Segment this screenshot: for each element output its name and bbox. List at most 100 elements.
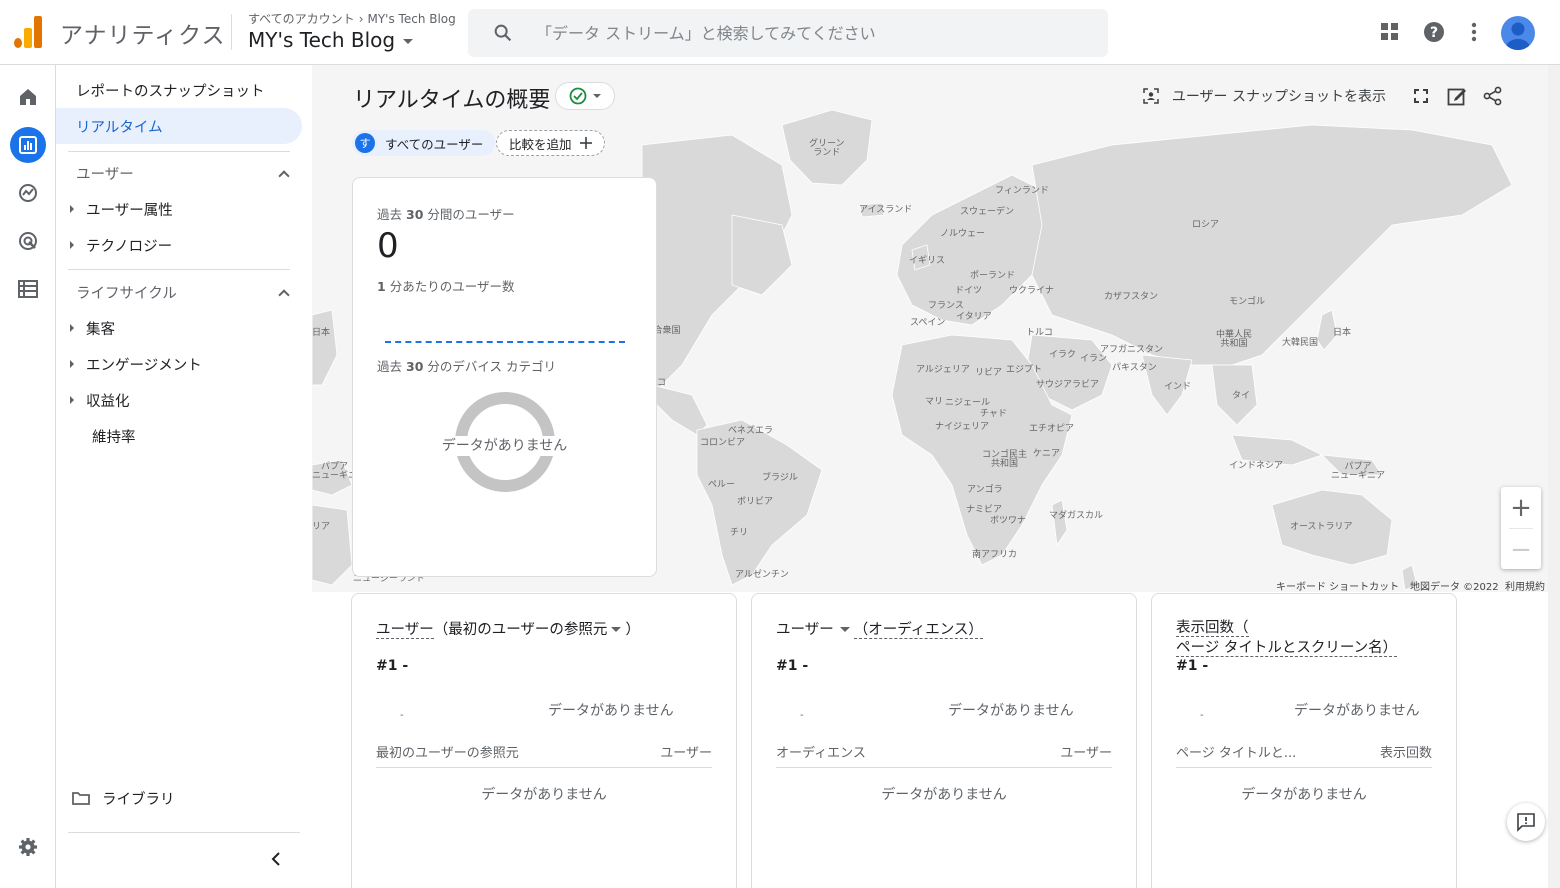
fullscreen-icon[interactable] (1410, 85, 1432, 107)
metric-label[interactable]: 表示回数（ (1176, 620, 1249, 637)
dimension-label[interactable]: （最初のユーザーの参照元 (434, 622, 608, 638)
card-title[interactable]: 表示回数（ ページ タイトルとスクリーン名） (1176, 618, 1398, 658)
nav-monetization[interactable]: 収益化 (56, 382, 302, 418)
search-input[interactable] (536, 23, 1096, 43)
collapse-icon[interactable] (266, 849, 286, 869)
analytics-logo[interactable] (14, 16, 44, 48)
rank-label: #1 - (376, 658, 409, 674)
help-icon[interactable]: ? (1422, 20, 1446, 44)
map-country-label: インド (1164, 382, 1192, 392)
nav-library[interactable]: ライブラリ (56, 780, 302, 816)
avatar-icon[interactable] (1501, 16, 1535, 50)
expand-arrow-icon (70, 241, 74, 249)
map-country-label: チリ (730, 528, 749, 538)
search-icon (494, 24, 512, 42)
nav-user-attributes[interactable]: ユーザー属性 (56, 191, 302, 227)
add-comparison-label: 比較を追加 (509, 136, 572, 152)
map-country-label: 南アフリカ (972, 550, 1018, 560)
map-country-label: 日本 (312, 328, 331, 338)
dimension-label[interactable]: （オーディエンス） (853, 622, 983, 639)
section-lifecycle[interactable]: ライフサイクル (76, 282, 292, 303)
nav-realtime[interactable]: リアルタイム (56, 108, 302, 144)
no-data-top: データがありません (1294, 703, 1420, 719)
map-country-label: マリ (925, 397, 944, 407)
map-country-label: アルゼンチン (735, 570, 789, 580)
status-dropdown[interactable] (555, 82, 615, 110)
reports-icon[interactable] (10, 127, 46, 163)
zoom-in-icon[interactable]: + (1501, 487, 1541, 528)
chevron-down-icon[interactable] (839, 627, 850, 632)
dimension-label[interactable]: ページ タイトルとスクリーン名） (1176, 640, 1398, 657)
apps-grid-icon[interactable] (1378, 20, 1402, 44)
nav-label: 収益化 (86, 393, 130, 410)
nav-label: エンゲージメント (86, 357, 202, 374)
column-header-dimension: 最初のユーザーの参照元 (376, 746, 519, 761)
map-country-label: リア (312, 522, 331, 532)
metric-label[interactable]: ユーザー (776, 622, 834, 638)
check-circle-icon (569, 87, 587, 105)
map-country-label: ポーランド (970, 271, 1016, 281)
expand-arrow-icon (70, 396, 74, 404)
map-country-label: インドネシア (1229, 461, 1284, 471)
section-user[interactable]: ユーザー (76, 163, 292, 184)
edit-icon[interactable] (1446, 85, 1468, 107)
nav-acquisition[interactable]: 集客 (56, 310, 302, 346)
report-navigation: レポートのスナップショット リアルタイム ユーザー ユーザー属性 テクノロジー … (56, 65, 312, 888)
page-views-card: 表示回数（ ページ タイトルとスクリーン名） #1 - データがありません - ペ… (1151, 593, 1457, 888)
card-title[interactable]: ユーザー （オーディエンス） (776, 618, 983, 639)
chevron-down-icon (593, 94, 601, 98)
section-label: ユーザー (76, 167, 134, 183)
column-header-metric: 表示回数 (1379, 746, 1432, 761)
home-icon[interactable] (10, 79, 46, 115)
users-30min-value: 0 (377, 226, 399, 266)
main-content: グリーン ランド アイスランド フィンランド スウェーデン ノルウェー ロシア イギリス ポー… (312, 65, 1548, 888)
user-snapshot-button[interactable]: ユーザー スナップショットを表示 (1172, 86, 1386, 106)
keyboard-shortcuts-link[interactable]: キーボード ショートカット (1276, 578, 1399, 593)
no-data-top: データがありません (548, 703, 674, 719)
person-snapshot-icon[interactable] (1140, 85, 1162, 107)
map-country-label: モンゴル (1229, 297, 1266, 307)
map-data-credit: 地図データ ©2022 (1410, 582, 1499, 593)
breadcrumb[interactable]: すべてのアカウント › MY's Tech Blog (248, 10, 456, 27)
breadcrumb-account[interactable]: すべてのアカウント (248, 12, 355, 26)
zoom-out-icon[interactable]: − (1501, 529, 1541, 570)
column-header-dimension: オーディエンス (776, 746, 866, 761)
nav-report-snapshot[interactable]: レポートのスナップショット (56, 72, 302, 108)
chevron-down-icon[interactable] (611, 627, 622, 632)
first-user-source-card: ユーザー（最初のユーザーの参照元） #1 - データがありません - 最初のユー… (351, 593, 737, 888)
divider (68, 832, 300, 833)
chevron-up-icon (278, 170, 290, 182)
configure-icon[interactable] (10, 271, 46, 307)
terms-link[interactable]: 利用規約 (1505, 578, 1545, 593)
column-header-metric: ユーザー (660, 746, 712, 761)
map-country-label: パキスタン (1112, 363, 1157, 373)
nav-engagement[interactable]: エンゲージメント (56, 346, 302, 382)
no-data-bottom: データがありません (881, 787, 1007, 803)
realtime-summary-card: 過去 30 分間のユーザー 0 1 分あたりのユーザー数 過去 30 分のデバイ… (352, 177, 657, 577)
card-title[interactable]: ユーザー（最初のユーザーの参照元） (376, 618, 640, 639)
metric-label[interactable]: ユーザー (376, 622, 434, 639)
feedback-icon[interactable] (1507, 803, 1545, 841)
advertising-icon[interactable] (10, 223, 46, 259)
more-vert-icon[interactable] (1462, 20, 1486, 44)
divider (68, 151, 290, 152)
search-bar[interactable] (468, 9, 1108, 57)
left-rail (0, 65, 56, 888)
nav-technology[interactable]: テクノロジー (56, 227, 302, 263)
users-30min-label: 過去 30 分間のユーザー (377, 207, 515, 222)
device-category-label: 過去 30 分のデバイス カテゴリ (377, 359, 556, 374)
map-country-label: トルコ (1026, 328, 1053, 338)
map-country-label: パプア ニューギニア (1331, 462, 1386, 481)
property-selector[interactable]: MY's Tech Blog (248, 28, 414, 52)
nav-retention[interactable]: 維持率 (56, 418, 302, 454)
map-country-label: サウジアラビア (1036, 380, 1100, 390)
segment-chip[interactable]: す すべてのユーザー (352, 130, 496, 156)
explore-icon[interactable] (10, 175, 46, 211)
no-data-bottom: データがありません (1241, 787, 1367, 803)
value-dash: - (800, 710, 804, 721)
page-scrollbar[interactable] (1548, 65, 1560, 888)
breadcrumb-property[interactable]: MY's Tech Blog (368, 12, 456, 26)
settings-icon[interactable] (10, 829, 46, 865)
add-comparison-button[interactable]: 比較を追加 (496, 130, 605, 156)
share-icon[interactable] (1482, 85, 1504, 107)
